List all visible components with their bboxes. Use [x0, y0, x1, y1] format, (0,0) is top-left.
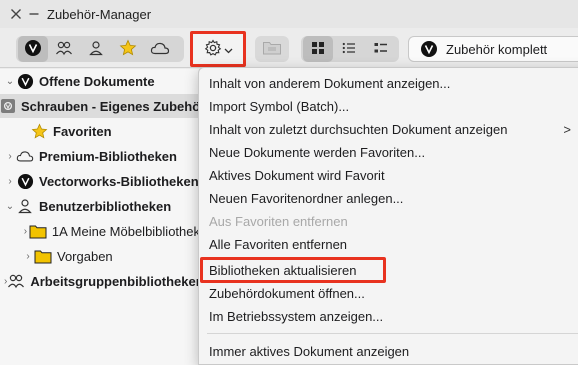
favorites-filter-button[interactable]: [112, 36, 144, 62]
vectorworks-logo-icon: [24, 39, 42, 60]
tree-item-label: Premium-Bibliotheken: [39, 148, 177, 164]
menu-item-label: Inhalt von zuletzt durchsuchten Dokument…: [209, 121, 508, 137]
menu-item-label: Aus Favoriten entfernen: [209, 213, 348, 229]
cloud-icon: [150, 41, 170, 58]
folder-button[interactable]: [255, 36, 289, 62]
person-icon: [89, 40, 103, 59]
tree-item-open-documents[interactable]: ⌄ Offene Dokumente: [0, 69, 200, 93]
user-filter-button[interactable]: [80, 36, 112, 62]
menu-item-label: Neuen Favoritenordner anlegen...: [209, 190, 404, 206]
chevron-down-icon[interactable]: ⌄: [4, 76, 16, 87]
vectorworks-filter-button[interactable]: [18, 36, 48, 62]
menu-item-label: Immer aktives Dokument anzeigen: [209, 343, 410, 359]
library-scope-label: Zubehör komplett: [446, 41, 548, 57]
vectorworks-logo-icon: [16, 72, 34, 90]
tree-item-user-libraries[interactable]: ⌄ Benutzerbibliotheken: [0, 194, 200, 218]
menu-item-new-documents-become-favorites[interactable]: Neue Dokumente werden Favoriten...: [209, 141, 578, 163]
detail-view-button[interactable]: [365, 36, 397, 62]
document-icon: [0, 97, 16, 115]
group-icon: [55, 40, 73, 59]
toolbar: Zubehör komplett: [0, 28, 578, 68]
settings-menu-button[interactable]: [190, 31, 246, 67]
gear-icon: [204, 38, 222, 60]
menu-item-import-symbol-batch[interactable]: Import Symbol (Batch)...: [209, 95, 578, 117]
menu-item-label: Aktives Dokument wird Favorit: [209, 167, 385, 183]
title-bar: Zubehör-Manager: [0, 0, 578, 28]
tree-item-favorites[interactable]: Favoriten: [0, 119, 200, 143]
person-icon: [16, 197, 34, 215]
menu-item-always-show-active-document[interactable]: Immer aktives Dokument anzeigen: [209, 340, 578, 362]
chevron-right-icon[interactable]: ›: [22, 226, 29, 237]
menu-item-label: Inhalt von anderem Dokument anzeigen...: [209, 75, 451, 91]
menu-item-label: Import Symbol (Batch)...: [209, 98, 350, 114]
menu-item-label: Neue Dokumente werden Favoriten...: [209, 144, 426, 160]
group-icon: [7, 272, 25, 290]
tree-item-vectorworks-libraries[interactable]: › Vectorworks-Bibliotheken: [0, 169, 200, 193]
tree-item-presets[interactable]: › Vorgaben: [0, 244, 200, 268]
chevron-down-icon[interactable]: ⌄: [4, 201, 16, 212]
tree-item-label: Arbeitsgruppenbibliotheken: [30, 273, 200, 289]
tree-item-label: Schrauben - Eigenes Zubehör: [21, 98, 200, 114]
tree-item-label: Offene Dokumente: [39, 73, 155, 89]
menu-item-open-resource-document[interactable]: Zubehördokument öffnen...: [209, 282, 578, 304]
library-filter-segment: [16, 36, 184, 62]
menu-item-show-in-os[interactable]: Im Betriebssystem anzeigen...: [209, 305, 578, 327]
cloud-icon: [16, 147, 34, 165]
grid-icon: [311, 41, 325, 58]
list-view-button[interactable]: [333, 36, 365, 62]
detail-list-icon: [374, 42, 388, 57]
tree-item-furniture-library[interactable]: › 1A Meine Möbelbibliothek: [0, 219, 200, 243]
menu-item-show-recent-document-content[interactable]: Inhalt von zuletzt durchsuchten Dokument…: [209, 118, 578, 140]
menu-item-update-libraries[interactable]: Bibliotheken aktualisieren: [209, 259, 578, 281]
tree-item-label: 1A Meine Möbelbibliothek: [51, 223, 200, 239]
workgroup-filter-button[interactable]: [48, 36, 80, 62]
chevron-down-icon: [224, 42, 233, 57]
chevron-right-icon[interactable]: ›: [4, 151, 16, 162]
vectorworks-logo-icon: [16, 172, 34, 190]
chevron-right-icon[interactable]: ›: [22, 251, 34, 262]
minimize-icon[interactable]: [27, 7, 41, 21]
menu-item-new-favorite-folder[interactable]: Neuen Favoritenordner anlegen...: [209, 187, 578, 209]
menu-item-remove-from-favorites: Aus Favoriten entfernen: [209, 210, 578, 232]
menu-item-active-document-favorite[interactable]: Aktives Dokument wird Favorit: [209, 164, 578, 186]
menu-item-remove-all-favorites[interactable]: Alle Favoriten entfernen: [209, 233, 578, 255]
menu-item-show-content-other-document[interactable]: Inhalt von anderem Dokument anzeigen...: [209, 72, 578, 94]
folder-icon: [29, 222, 47, 240]
grid-view-button[interactable]: [303, 36, 333, 62]
cloud-filter-button[interactable]: [144, 36, 176, 62]
close-icon[interactable]: [9, 7, 23, 21]
menu-separator: [207, 333, 578, 334]
chevron-right-icon[interactable]: ›: [4, 176, 16, 187]
tree-item-label: Benutzerbibliotheken: [39, 198, 172, 214]
star-icon: [30, 122, 48, 140]
window-title: Zubehör-Manager: [47, 6, 152, 22]
menu-item-label: Alle Favoriten entfernen: [209, 236, 348, 252]
tree-item-label: Vectorworks-Bibliotheken: [39, 173, 199, 189]
vectorworks-logo-icon: [420, 40, 438, 61]
tree-item-screws-document[interactable]: Schrauben - Eigenes Zubehör: [0, 94, 200, 118]
library-tree: ⌄ Offene Dokumente Schrauben - Eigenes Z…: [0, 69, 200, 365]
submenu-arrow-icon: >: [563, 121, 571, 137]
menu-item-label: Im Betriebssystem anzeigen...: [209, 308, 384, 324]
library-scope-selector[interactable]: Zubehör komplett: [408, 36, 578, 62]
menu-item-label: Bibliotheken aktualisieren: [209, 262, 357, 278]
list-icon: [342, 42, 356, 57]
tree-item-label: Favoriten: [53, 123, 112, 139]
menu-item-label: Zubehördokument öffnen...: [209, 285, 365, 301]
settings-context-menu: Inhalt von anderem Dokument anzeigen... …: [198, 67, 578, 365]
folder-icon: [34, 247, 52, 265]
folder-icon: [262, 40, 282, 59]
star-icon: [119, 39, 137, 60]
tree-item-premium-libraries[interactable]: › Premium-Bibliotheken: [0, 144, 200, 168]
view-mode-segment: [301, 36, 399, 62]
tree-item-workgroup-libraries[interactable]: › Arbeitsgruppenbibliotheken: [0, 269, 200, 293]
tree-item-label: Vorgaben: [57, 248, 113, 264]
